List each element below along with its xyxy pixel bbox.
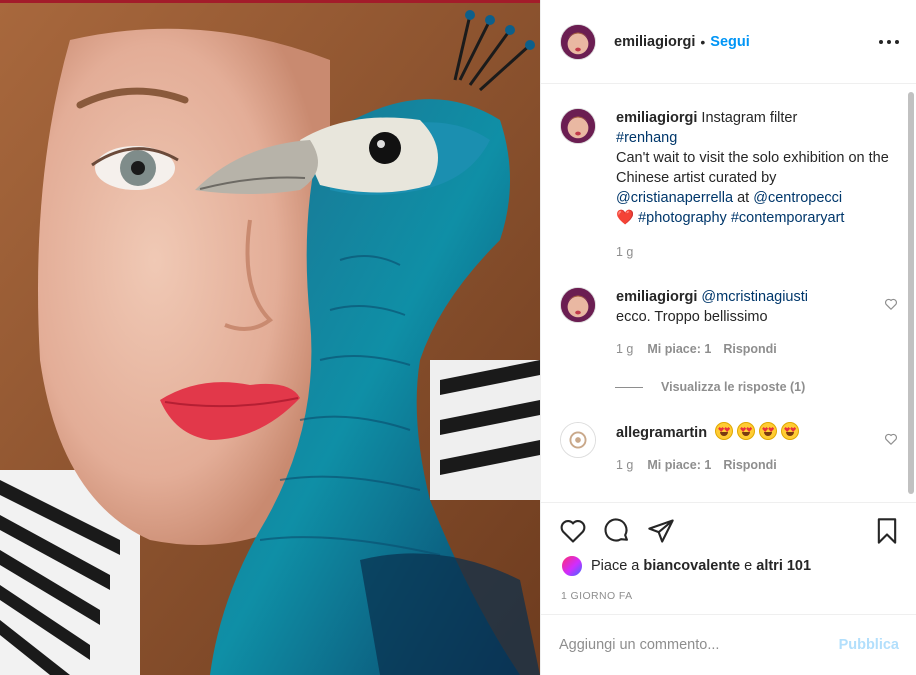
- caption-body: emiliagiorgi Instagram filter #renhang C…: [616, 108, 890, 262]
- more-options-icon[interactable]: [879, 32, 899, 52]
- avatar[interactable]: [560, 422, 596, 458]
- mention-link[interactable]: @mcristinagiusti: [701, 289, 808, 305]
- avatar[interactable]: [560, 108, 596, 144]
- star-struck-emoji: [715, 422, 734, 440]
- hashtag-link[interactable]: #renhang: [616, 130, 677, 146]
- publish-button[interactable]: Pubblica: [839, 637, 899, 653]
- comment-body: emiliagiorgi @mcristinagiusti ecco. Trop…: [616, 287, 856, 359]
- comments-scrollbar[interactable]: [908, 84, 914, 502]
- mention-link[interactable]: @cristianaperrella: [616, 190, 733, 206]
- follow-button[interactable]: Segui: [710, 34, 749, 50]
- caption-text: Can't wait to visit the solo exhibition …: [616, 150, 889, 186]
- hashtag-link[interactable]: #photography: [638, 210, 727, 226]
- mention-link[interactable]: @centropecci: [753, 190, 842, 206]
- comment-likes-count[interactable]: Mi piace: 1: [647, 458, 711, 472]
- view-replies-button[interactable]: Visualizza le risposte (1): [615, 380, 805, 394]
- emoji-row: [715, 422, 803, 441]
- view-replies-label: Visualizza le risposte (1): [661, 380, 806, 394]
- paper-plane-icon[interactable]: [647, 517, 675, 545]
- hashtag-link[interactable]: #contemporaryart: [731, 210, 845, 226]
- likes-others-link[interactable]: altri 101: [756, 558, 811, 574]
- star-struck-emoji: [781, 422, 800, 440]
- comment-likes-count[interactable]: Mi piace: 1: [647, 342, 711, 356]
- reply-button[interactable]: Rispondi: [723, 458, 776, 472]
- caption-timestamp[interactable]: 1 g: [616, 242, 890, 262]
- add-comment-bar: Pubblica: [541, 614, 916, 675]
- caption-username[interactable]: emiliagiorgi: [616, 110, 697, 126]
- comment-bubble-icon[interactable]: [603, 517, 631, 545]
- heart-icon[interactable]: [559, 517, 587, 545]
- post-details-panel: emiliagiorgi • Segui emiliagiorgi Instag…: [540, 0, 916, 675]
- likes-summary: Piace a biancovalente e altri 101: [561, 555, 811, 577]
- post-date[interactable]: 1 GIORNO FA: [561, 590, 633, 602]
- comment-item: allegramartin 1 g Mi piace: 1 Rispondi: [560, 422, 897, 475]
- caption-text: at: [733, 190, 754, 206]
- likes-prefix: Piace a: [591, 558, 640, 574]
- portrait-with-peacock-image: [0, 0, 540, 675]
- comments-list[interactable]: emiliagiorgi Instagram filter #renhang C…: [541, 84, 916, 502]
- comment-input[interactable]: [559, 637, 829, 653]
- comment-timestamp[interactable]: 1 g: [616, 342, 633, 356]
- replies-divider: [615, 386, 643, 388]
- separator-dot: •: [700, 33, 706, 50]
- star-struck-emoji: [737, 422, 756, 440]
- post-actions: Piace a biancovalente e altri 101 1 GIOR…: [541, 502, 916, 612]
- comment-text: ecco. Troppo bellissimo: [616, 309, 768, 325]
- scrollbar-thumb[interactable]: [908, 92, 914, 494]
- reply-button[interactable]: Rispondi: [723, 342, 776, 356]
- heart-icon[interactable]: [884, 297, 898, 311]
- comment-username[interactable]: emiliagiorgi: [616, 289, 697, 305]
- likes-mid: e: [744, 558, 753, 574]
- comment-username[interactable]: allegramartin: [616, 425, 707, 441]
- post-caption: emiliagiorgi Instagram filter #renhang C…: [560, 108, 890, 262]
- post-author-username[interactable]: emiliagiorgi: [614, 34, 695, 50]
- heart-emoji: ❤️: [616, 210, 635, 226]
- avatar[interactable]: [561, 555, 583, 577]
- post-photo[interactable]: [0, 0, 540, 675]
- avatar[interactable]: [560, 23, 596, 60]
- post-header: emiliagiorgi • Segui: [541, 0, 916, 84]
- caption-text: Instagram filter: [697, 110, 798, 126]
- avatar[interactable]: [560, 287, 596, 323]
- star-struck-emoji: [759, 422, 778, 440]
- comment-timestamp[interactable]: 1 g: [616, 458, 633, 472]
- bookmark-icon[interactable]: [873, 517, 901, 545]
- comment-body: allegramartin 1 g Mi piace: 1 Rispondi: [616, 422, 856, 475]
- liked-by-username[interactable]: biancovalente: [643, 558, 740, 574]
- comment-item: emiliagiorgi @mcristinagiusti ecco. Trop…: [560, 287, 897, 359]
- heart-icon[interactable]: [884, 432, 898, 446]
